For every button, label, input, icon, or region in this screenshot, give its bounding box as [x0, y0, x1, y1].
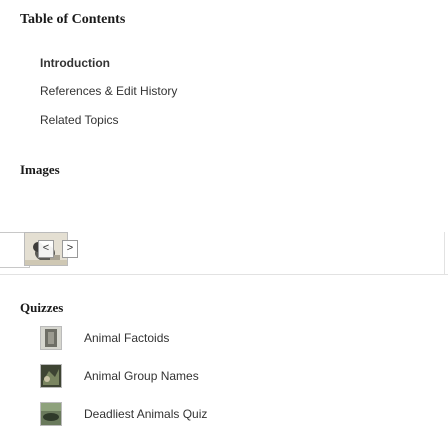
quiz-thumbnail: [40, 402, 62, 426]
quiz-thumbnail: [40, 326, 62, 350]
chevron-left-icon: <: [42, 242, 50, 254]
quiz-item-animal-factoids[interactable]: Animal Factoids: [40, 326, 420, 352]
animal-photo-icon: [41, 403, 61, 425]
quiz-thumbnail: [40, 364, 62, 388]
quiz-item-animal-group-names[interactable]: Animal Group Names: [40, 364, 420, 390]
animal-photo-icon: [41, 365, 61, 387]
toc-link-introduction[interactable]: Introduction: [40, 56, 110, 70]
animal-photo-icon: [41, 327, 61, 349]
images-heading: Images: [20, 162, 60, 177]
quiz-label: Animal Group Names: [84, 369, 199, 383]
carousel-right-divider: [444, 232, 445, 274]
quiz-label: Deadliest Animals Quiz: [84, 407, 208, 421]
carousel-bottom-divider: [0, 274, 448, 275]
toc-title: Table of Contents: [20, 12, 126, 27]
quizzes-heading: Quizzes: [20, 300, 64, 315]
image-carousel: < >: [0, 232, 448, 274]
quiz-item-deadliest-animals-quiz[interactable]: Deadliest Animals Quiz: [40, 402, 420, 428]
toc-link-related-topics[interactable]: Related Topics: [40, 113, 119, 127]
carousel-prev-button[interactable]: <: [38, 240, 54, 258]
toc-link-references-edit-history[interactable]: References & Edit History: [40, 84, 177, 98]
carousel-next-button[interactable]: >: [62, 240, 78, 258]
chevron-right-icon: >: [66, 242, 74, 254]
quiz-label: Animal Factoids: [84, 331, 170, 345]
